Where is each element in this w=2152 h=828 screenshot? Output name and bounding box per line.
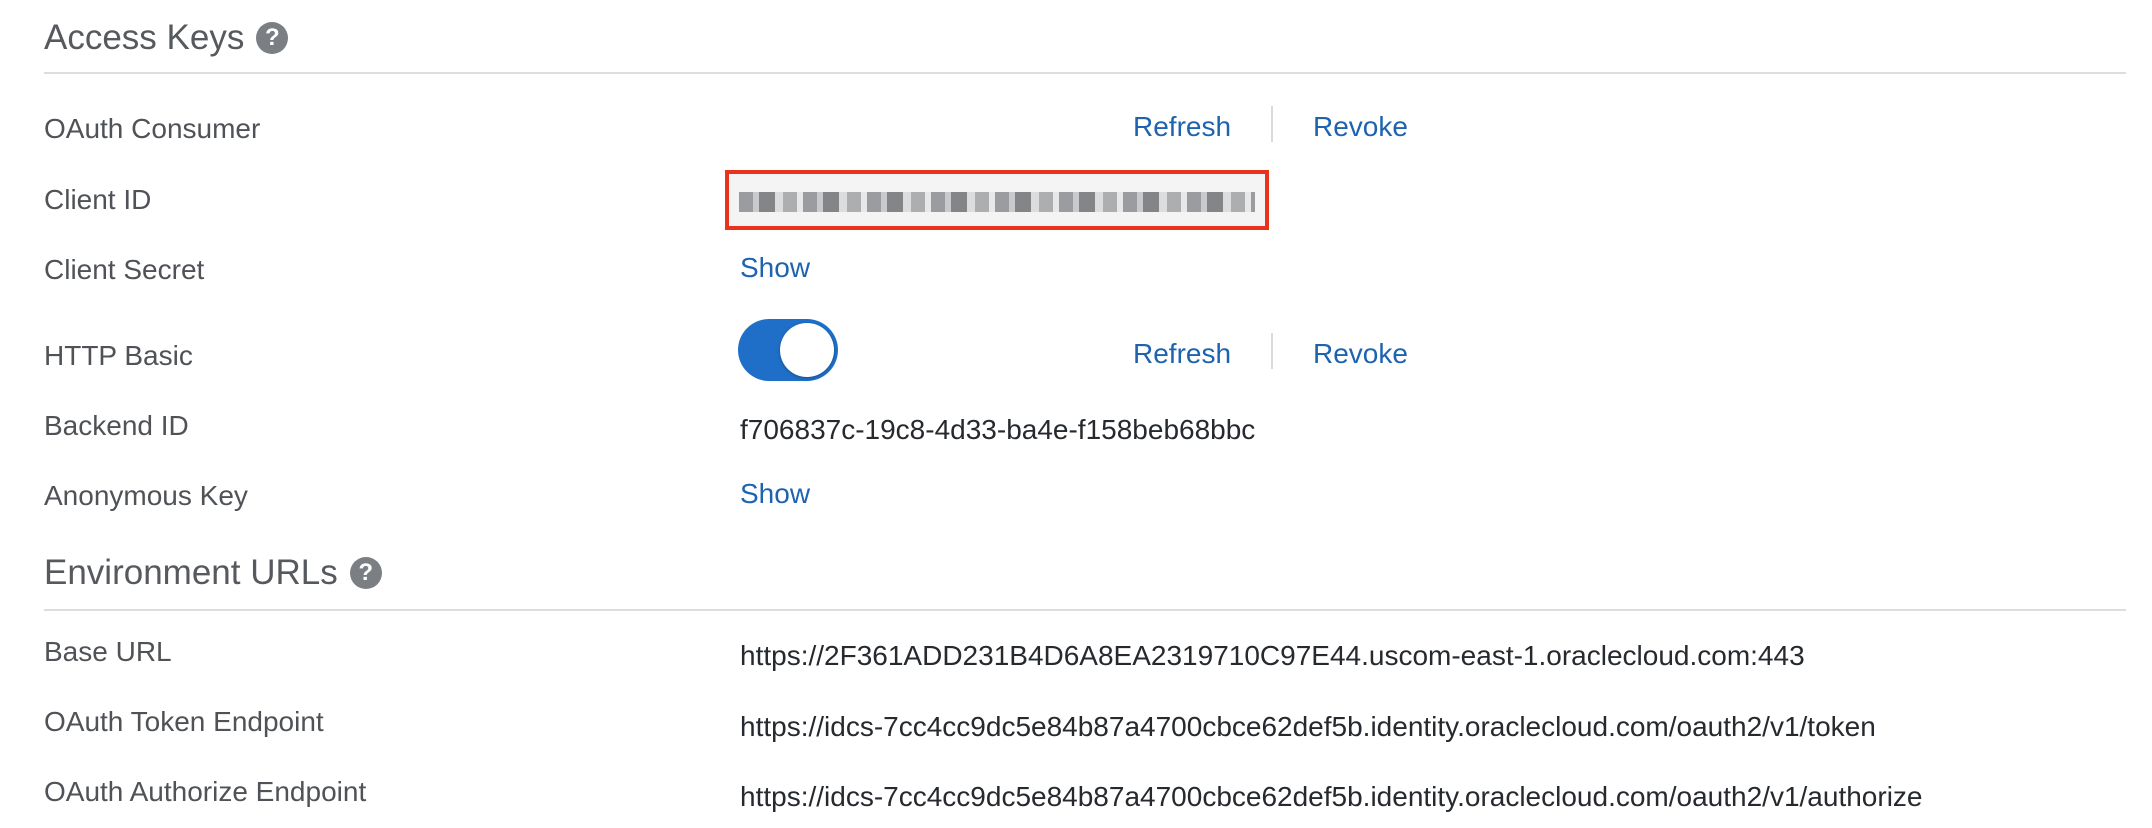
base-url-label: Base URL	[44, 636, 172, 667]
environment-urls-title: Environment URLs	[44, 553, 338, 592]
backend-id-label: Backend ID	[44, 410, 189, 441]
oauth-consumer-revoke-link[interactable]: Revoke	[1313, 111, 1408, 143]
access-keys-heading: Access Keys ?	[44, 18, 289, 58]
http-basic-label: HTTP Basic	[44, 340, 193, 371]
oauth-token-endpoint-label: OAuth Token Endpoint	[44, 706, 324, 737]
help-icon[interactable]: ?	[256, 22, 289, 54]
help-icon[interactable]: ?	[349, 557, 382, 589]
client-secret-show-link[interactable]: Show	[740, 252, 810, 284]
environment-urls-heading: Environment URLs ?	[44, 553, 382, 593]
client-id-value-redacted	[725, 170, 1269, 230]
access-keys-title: Access Keys	[44, 18, 245, 57]
oauth-consumer-label: OAuth Consumer	[44, 113, 261, 144]
http-basic-refresh-link[interactable]: Refresh	[1133, 338, 1231, 370]
toggle-knob	[780, 323, 834, 377]
section-divider	[44, 72, 2126, 74]
section-divider	[44, 609, 2126, 611]
redaction-mask	[739, 192, 1255, 212]
oauth-authorize-endpoint-label: OAuth Authorize Endpoint	[44, 776, 367, 807]
oauth-authorize-endpoint-value: https://idcs-7cc4cc9dc5e84b87a4700cbce62…	[740, 781, 1923, 812]
link-separator	[1271, 333, 1273, 369]
client-id-label: Client ID	[44, 184, 152, 215]
backend-id-value: f706837c-19c8-4d33-ba4e-f158beb68bbc	[740, 414, 1256, 445]
oauth-consumer-refresh-link[interactable]: Refresh	[1133, 111, 1231, 143]
client-secret-label: Client Secret	[44, 254, 205, 285]
http-basic-toggle[interactable]	[738, 319, 838, 381]
base-url-value: https://2F361ADD231B4D6A8EA2319710C97E44…	[740, 640, 1805, 671]
link-separator	[1271, 106, 1273, 142]
http-basic-revoke-link[interactable]: Revoke	[1313, 338, 1408, 370]
oauth-token-endpoint-value: https://idcs-7cc4cc9dc5e84b87a4700cbce62…	[740, 711, 1876, 742]
anonymous-key-label: Anonymous Key	[44, 480, 248, 511]
anonymous-key-show-link[interactable]: Show	[740, 478, 810, 510]
